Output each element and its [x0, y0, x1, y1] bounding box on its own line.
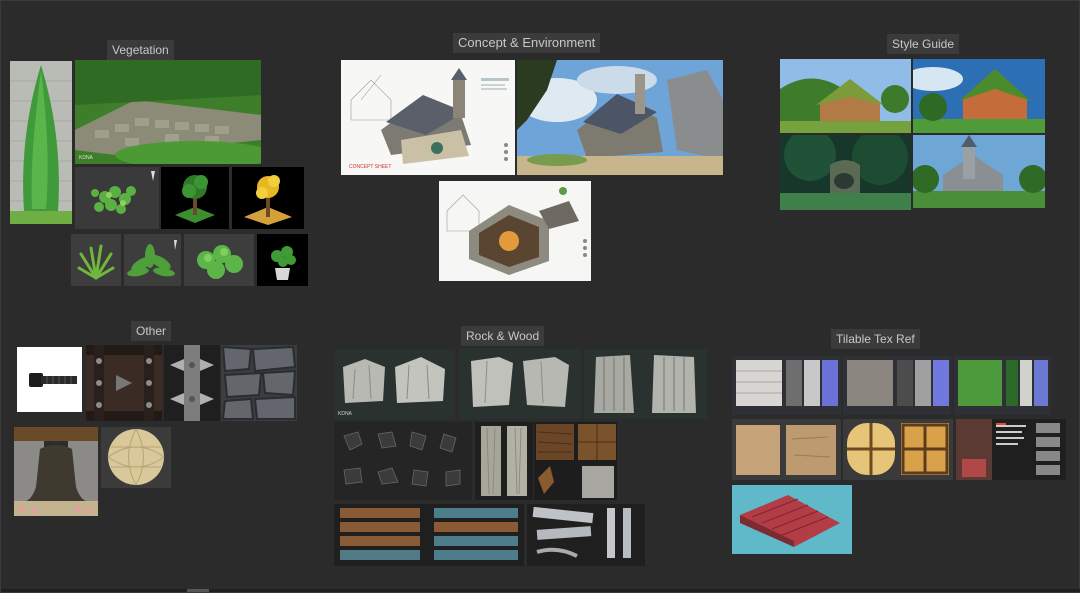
rock-cliffs-image[interactable]: KDNA [335, 349, 455, 419]
yellow-tree-image[interactable] [232, 167, 304, 229]
ivy-leaves-image[interactable] [75, 167, 159, 229]
watermark-text: KDNA [79, 155, 93, 161]
moss-texture-image[interactable] [954, 356, 1051, 415]
rock-pillars-image[interactable] [459, 349, 581, 419]
pebbles-image[interactable] [334, 422, 472, 500]
broadleaf-plant-image[interactable] [124, 234, 181, 286]
moodboard-canvas[interactable]: Vegetation Concept & Environment Style G… [0, 0, 1080, 593]
watermark-text: KDNA [338, 411, 352, 417]
texture-sheet-image[interactable] [956, 419, 1066, 480]
bolt-image[interactable] [17, 347, 82, 412]
cypress-tree-image[interactable] [10, 61, 72, 224]
wood-planks-image[interactable] [475, 422, 533, 500]
scrollbar-thumb[interactable] [187, 589, 209, 592]
group-label-style-guide[interactable]: Style Guide [887, 34, 960, 54]
stone-wall-image[interactable] [221, 345, 297, 421]
group-label-vegetation[interactable]: Vegetation [107, 40, 174, 60]
horizontal-scrollbar[interactable] [1, 589, 1080, 592]
house-concept-sheet-image[interactable]: CONCEPT SHEET [341, 60, 515, 175]
rock-columns-image[interactable] [584, 349, 707, 419]
brick-texture-image[interactable] [732, 356, 841, 415]
liberty-bell-image[interactable] [14, 427, 98, 516]
group-label-rock-wood[interactable]: Rock & Wood [461, 326, 545, 346]
group-label-tilable[interactable]: Tilable Tex Ref [831, 329, 920, 349]
wicker-ball-image[interactable] [101, 427, 171, 488]
wood-textures-image[interactable] [534, 422, 617, 500]
metal-spikes-image[interactable] [164, 345, 220, 421]
grass-path-image[interactable]: KDNA [75, 60, 261, 164]
green-tree-image[interactable] [161, 167, 229, 229]
fern-image[interactable] [71, 234, 121, 286]
roof-tiles-image[interactable] [732, 485, 852, 554]
round-leaves-image[interactable] [184, 234, 254, 286]
style-guide-forest-image[interactable] [780, 135, 911, 210]
style-guide-castle-image[interactable] [913, 135, 1045, 208]
window-texture-image[interactable] [843, 419, 953, 480]
style-guide-cottage-image[interactable] [913, 59, 1045, 133]
sheet-caption: CONCEPT SHEET [349, 164, 392, 170]
wood-boards-image[interactable] [334, 504, 524, 566]
potted-plant-image[interactable] [257, 234, 308, 286]
house-cutaway-sheet-image[interactable] [439, 181, 591, 281]
rock-texture-image[interactable] [843, 356, 951, 415]
sandstone-texture-image[interactable] [732, 419, 841, 480]
group-label-other[interactable]: Other [131, 321, 172, 341]
house-painting-image[interactable] [517, 60, 723, 175]
group-label-concept[interactable]: Concept & Environment [453, 33, 601, 53]
white-planks-image[interactable] [527, 504, 645, 566]
leather-studs-image[interactable] [86, 345, 162, 421]
style-guide-village-image[interactable] [780, 59, 911, 133]
